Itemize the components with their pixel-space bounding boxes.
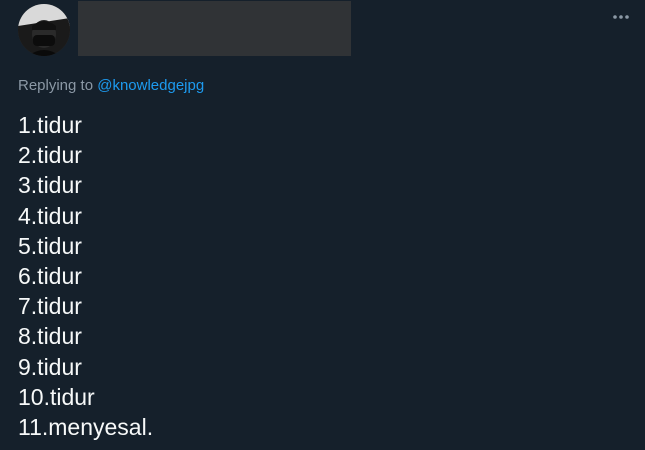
tweet-line: 4.tidur [18,202,82,229]
more-horizontal-icon [613,15,629,19]
tweet-line: 1.tidur [18,112,82,138]
redacted-user-name [78,1,351,56]
tweet-line: 3.tidur [18,172,82,199]
reply-handle-link[interactable]: @knowledgejpg [97,77,204,94]
tweet-line: 2.tidur [18,142,82,169]
tweet-line: 8.tidur [18,323,82,350]
reply-context: Replying to @knowledgejpg [18,76,204,96]
reply-context-prefix: Replying to [18,77,94,94]
tweet-line: 10.tidur [18,383,95,410]
tweet-text: 1.tidur 2.tidur 3.tidur 4.tidur 5.tidur … [18,110,618,442]
tweet: Replying to @knowledgejpg 1.tidur 2.tidu… [0,0,645,450]
avatar[interactable] [18,4,70,56]
tweet-line: 11.menyesal. [18,414,154,441]
tweet-line: 9.tidur [18,353,82,380]
more-options-button[interactable] [606,6,636,28]
tweet-line: 7.tidur [18,293,82,320]
tweet-line: 6.tidur [18,263,82,290]
avatar-photo-icon [18,4,70,56]
tweet-line: 5.tidur [18,232,82,259]
